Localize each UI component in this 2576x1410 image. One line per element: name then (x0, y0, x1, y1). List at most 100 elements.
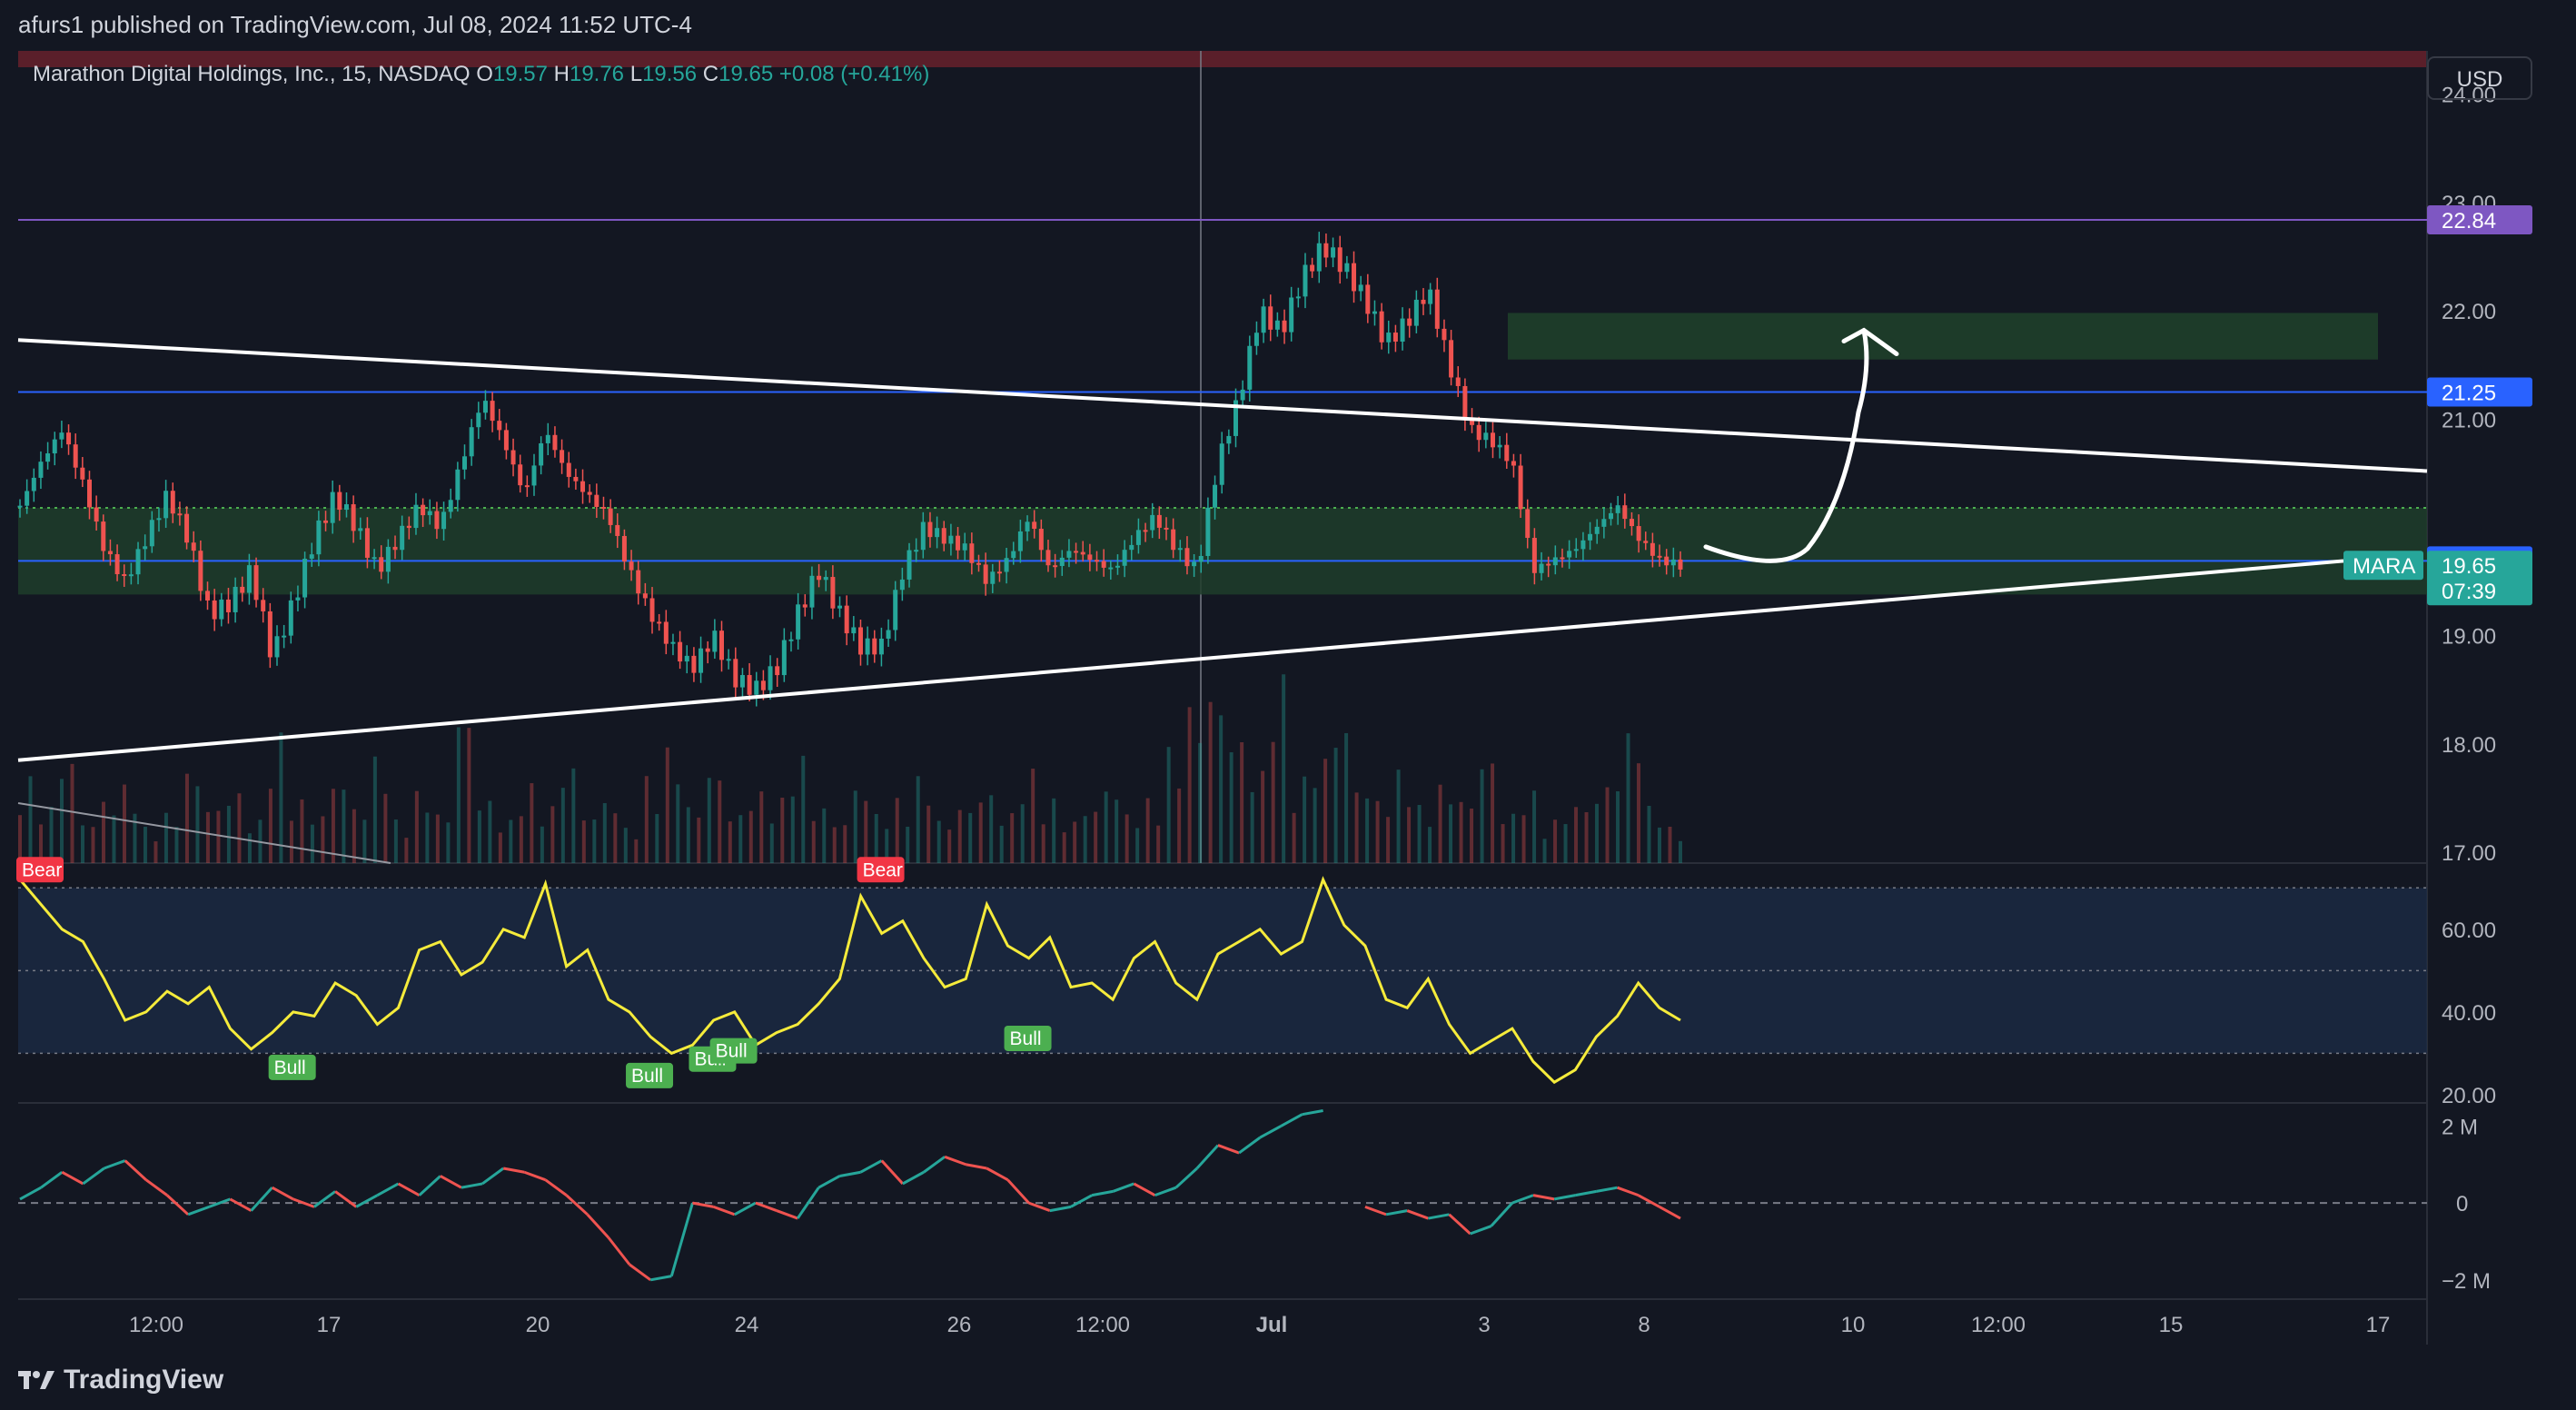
osc-segment (355, 1194, 379, 1208)
volume-bar (759, 791, 764, 863)
volume-bar (592, 819, 597, 863)
candle-body (914, 550, 919, 552)
countdown-label: 07:39 (2442, 580, 2496, 604)
osc-segment (165, 1194, 190, 1216)
candle-body (400, 525, 405, 551)
candle-body (712, 631, 718, 652)
volume-bar (1156, 825, 1161, 863)
candle-body (1129, 544, 1134, 551)
volume-bar (718, 780, 722, 863)
candle-body (212, 600, 217, 620)
osc-segment (1470, 1225, 1492, 1236)
osc-segment (124, 1159, 147, 1181)
volume-bar (1208, 701, 1213, 863)
osc-segment (461, 1182, 483, 1189)
osc-segment (1406, 1209, 1429, 1220)
candle-body (358, 528, 363, 531)
tradingview-logo-icon (18, 1371, 54, 1389)
volume-bar (602, 803, 607, 863)
candle-body (1135, 530, 1141, 545)
volume-bar (906, 826, 910, 863)
volume-bar (18, 815, 22, 863)
volume-bar (205, 811, 210, 863)
candle-body (1657, 555, 1662, 558)
candle-body (1192, 561, 1197, 567)
candle-body (600, 507, 606, 510)
osc-segment (1575, 1189, 1597, 1197)
time-tick: 12:00 (1075, 1313, 1130, 1337)
volume-bar (1574, 807, 1579, 863)
candle-body (38, 462, 44, 478)
candle-body (1497, 444, 1502, 448)
candle-body (865, 638, 870, 655)
osc-segment (250, 1187, 273, 1212)
candle-body (1670, 559, 1676, 566)
volume-bar (665, 747, 669, 863)
candle-body (1087, 554, 1093, 561)
osc-segment (734, 1201, 757, 1216)
candle-body (1462, 385, 1468, 421)
candle-body (351, 504, 356, 531)
candle-body (1289, 297, 1294, 333)
candle-body (1580, 540, 1586, 550)
volume-bar (372, 756, 377, 863)
candle-body (802, 604, 807, 608)
price-tick: 21.00 (2442, 408, 2496, 432)
volume-bar (1365, 798, 1370, 863)
price-tick: 19.00 (2442, 625, 2496, 650)
volume-bar (352, 809, 356, 863)
candle-body (1316, 243, 1322, 272)
candle-body (1295, 296, 1301, 299)
candle-body (1011, 551, 1016, 559)
candle-body (1066, 551, 1072, 558)
change-value: +0.08 (+0.41%) (778, 62, 930, 86)
osc-segment (859, 1159, 883, 1174)
osc-segment (1070, 1194, 1093, 1208)
candle-body (1032, 521, 1037, 530)
brand-label: TradingView (64, 1365, 224, 1395)
volume-bar (91, 827, 95, 863)
candle-body (282, 635, 287, 638)
candle-body (663, 621, 669, 644)
candle-body (295, 597, 301, 601)
tradingview-logo[interactable]: TradingView (18, 1365, 223, 1395)
volume-bar (279, 732, 283, 863)
candle-body (1358, 284, 1363, 292)
candle-body (1004, 558, 1009, 572)
currency-button[interactable]: USD (2427, 56, 2532, 100)
candle-body (539, 442, 544, 466)
candle-body (490, 401, 495, 422)
close-value: 19.65 (718, 62, 774, 86)
candle-body (128, 574, 134, 577)
price-label: 19.65 (2442, 554, 2496, 579)
volume-bar (1250, 791, 1254, 863)
candle-body (649, 598, 655, 622)
candle-body (684, 655, 689, 662)
volume-bar (957, 809, 962, 863)
candle-body (330, 492, 335, 523)
candle-body (788, 639, 794, 641)
price-chart[interactable]: 24.0023.0022.0021.0019.0018.0017.00 22.8… (0, 0, 2576, 1348)
osc-segment (607, 1236, 631, 1266)
osc-segment (40, 1171, 64, 1189)
candle-body (45, 453, 51, 462)
time-tick: 10 (1841, 1313, 1866, 1337)
osc-segment (334, 1190, 358, 1208)
osc-segment (1006, 1178, 1030, 1205)
osc-segment (82, 1167, 105, 1186)
bull-badge-label: Bull (716, 1041, 748, 1062)
candle-body (52, 439, 57, 454)
candle-body (608, 508, 613, 525)
candle-body (927, 521, 933, 538)
low-value: 19.56 (642, 62, 698, 86)
volume-bar (822, 808, 827, 863)
osc-segment (565, 1194, 589, 1216)
candle-body (962, 543, 967, 551)
volume-bar (780, 798, 785, 863)
volume-bar (1532, 790, 1537, 863)
candle-body (385, 546, 391, 572)
osc-segment (880, 1159, 904, 1185)
candle-body (406, 525, 411, 529)
candle-body (1344, 263, 1350, 273)
osc-segment (629, 1263, 652, 1282)
